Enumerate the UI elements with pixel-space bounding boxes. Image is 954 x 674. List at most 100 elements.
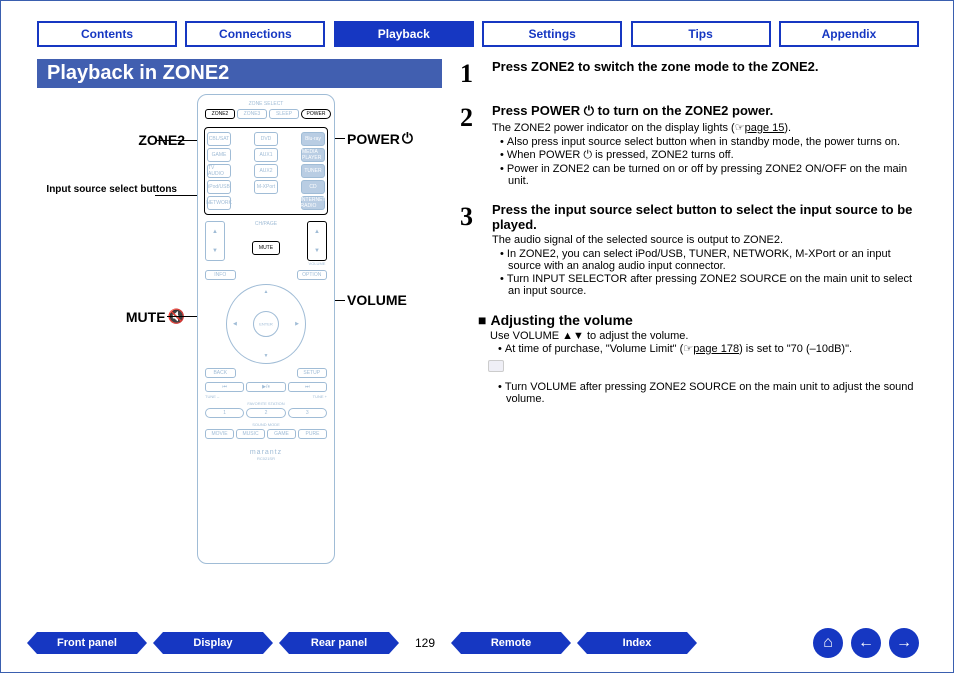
footer-nav: Front panel Display Rear panel 129 Remot… [37, 628, 919, 658]
remote-sleep-btn: SLEEP [269, 109, 299, 119]
page-link-15[interactable]: page 15 [745, 122, 785, 134]
power-icon: ⏻ [583, 149, 592, 161]
zone-select-label: ZONE SELECT [204, 101, 328, 107]
fav-1: 1 [205, 408, 244, 418]
arrow-right-icon: → [896, 634, 912, 652]
label-volume: VOLUME [347, 292, 407, 308]
label-input-source: Input source select buttons [37, 184, 177, 195]
back-btn: BACK [205, 368, 236, 378]
home-button[interactable]: ⌂ [813, 628, 843, 658]
src-network: NETWORK [207, 196, 231, 210]
sound-mode-label: SOUND MODE [204, 422, 328, 427]
tab-contents[interactable]: Contents [37, 21, 177, 47]
section-heading: Playback in ZONE2 [37, 59, 442, 88]
nav-pad: ▲ ▼ ◀ ▶ ENTER [226, 284, 306, 364]
step-title: Press the input source select button to … [492, 202, 919, 232]
src-bluray: Blu-ray [301, 132, 325, 146]
remote-control: ZONE SELECT ZONE2 ZONE3 SLEEP POWER CBL/… [197, 94, 335, 564]
step-text: The audio signal of the selected source … [492, 234, 919, 246]
ch-page-rocker: ▲▼ [205, 221, 225, 261]
src-aux1: AUX1 [254, 148, 278, 162]
top-tabs: Contents Connections Playback Settings T… [37, 21, 919, 47]
play-pause-btn: ▶/⏸ [246, 382, 285, 392]
step-number: 1 [460, 59, 482, 89]
footer-rear-panel[interactable]: Rear panel [289, 632, 389, 654]
src-cbl: CBL/SAT [207, 132, 231, 146]
remote-figure: ZONE2 Input source select buttons MUTE 🔇… [37, 98, 442, 588]
tab-settings[interactable]: Settings [482, 21, 622, 47]
power-icon: ⏻ [584, 103, 594, 118]
input-source-group: CBL/SATDVDBlu-ray GAMEAUX1MEDIA PLAYER T… [204, 127, 328, 215]
next-btn: ⏭ [288, 382, 327, 392]
src-tuner: TUNER [301, 164, 325, 178]
footer-display[interactable]: Display [163, 632, 263, 654]
subsection-heading: ■Adjusting the volume [478, 312, 919, 328]
bullet: • In ZONE2, you can select iPod/USB, TUN… [500, 248, 919, 272]
src-dvd: DVD [254, 132, 278, 146]
remote-zone2-btn: ZONE2 [205, 109, 235, 119]
tune-plus: TUNE + [313, 394, 327, 399]
adjust-text: Use VOLUME ▲▼ to adjust the volume. [490, 330, 919, 342]
square-bullet-icon: ■ [478, 312, 486, 328]
bullet: • At time of purchase, "Volume Limit" (☞… [498, 342, 919, 355]
fav-3: 3 [288, 408, 327, 418]
home-icon: ⌂ [823, 634, 833, 652]
src-cd: CD [301, 180, 325, 194]
tab-playback[interactable]: Playback [334, 21, 474, 47]
src-tv: TV AUDIO [207, 164, 231, 178]
bullet: • When POWER ⏻ is pressed, ZONE2 turns o… [500, 149, 919, 162]
page-link-178[interactable]: page 178 [693, 343, 739, 355]
fav-station-label: FAVORITE STATION [204, 401, 328, 406]
remote-power-btn: POWER [301, 109, 331, 119]
page-number: 129 [415, 636, 435, 650]
sm-music: MUSIC [236, 429, 265, 439]
note-icon [488, 360, 504, 372]
step-title: Press POWER ⏻ to turn on the ZONE2 power… [492, 103, 919, 119]
step-3: 3 Press the input source select button t… [460, 202, 919, 298]
prev-page-button[interactable]: ← [851, 628, 881, 658]
footer-front-panel[interactable]: Front panel [37, 632, 137, 654]
sm-pure: PURE [298, 429, 327, 439]
bullet: • Also press input source select button … [500, 136, 919, 148]
remote-zone3-btn: ZONE3 [237, 109, 267, 119]
next-page-button[interactable]: → [889, 628, 919, 658]
model-label: RC021SR [204, 456, 328, 461]
src-mxport: M-XPort [254, 180, 278, 194]
power-icon: ⏻ [402, 130, 413, 147]
tune-minus: TUNE – [205, 394, 219, 399]
src-internet: INTERNET RADIO [301, 196, 325, 210]
option-btn: OPTION [297, 270, 328, 280]
step-number: 3 [460, 202, 482, 298]
volume-label: VOLUME [307, 261, 327, 266]
tab-tips[interactable]: Tips [631, 21, 771, 47]
setup-btn: SETUP [297, 368, 328, 378]
remote-mute-btn: MUTE [252, 241, 280, 255]
label-mute: MUTE 🔇 [45, 308, 185, 325]
brand-label: marantz [204, 449, 328, 456]
arrow-left-icon: ← [858, 634, 874, 652]
tab-appendix[interactable]: Appendix [779, 21, 919, 47]
step-text: The ZONE2 power indicator on the display… [492, 121, 919, 134]
info-btn: INFO [205, 270, 236, 280]
sm-movie: MOVIE [205, 429, 234, 439]
bullet: • Power in ZONE2 can be turned on or off… [500, 163, 919, 187]
step-2: 2 Press POWER ⏻ to turn on the ZONE2 pow… [460, 103, 919, 188]
src-aux2: AUX2 [254, 164, 278, 178]
step-number: 2 [460, 103, 482, 188]
footer-index[interactable]: Index [587, 632, 687, 654]
bullet: • Turn INPUT SELECTOR after pressing ZON… [500, 273, 919, 297]
step-1: 1 Press ZONE2 to switch the zone mode to… [460, 59, 919, 89]
tab-connections[interactable]: Connections [185, 21, 325, 47]
enter-btn: ENTER [259, 322, 273, 327]
note-text: • Turn VOLUME after pressing ZONE2 SOURC… [498, 381, 919, 405]
src-ipod: iPod/USB [207, 180, 231, 194]
label-power: POWER ⏻ [347, 130, 413, 147]
prev-btn: ⏮ [205, 382, 244, 392]
fav-2: 2 [246, 408, 285, 418]
footer-remote[interactable]: Remote [461, 632, 561, 654]
volume-rocker: ▲▼ [307, 221, 327, 261]
up-down-icon: ▲▼ [562, 330, 584, 342]
src-game: GAME [207, 148, 231, 162]
step-title: Press ZONE2 to switch the zone mode to t… [492, 59, 919, 74]
sm-game: GAME [267, 429, 296, 439]
